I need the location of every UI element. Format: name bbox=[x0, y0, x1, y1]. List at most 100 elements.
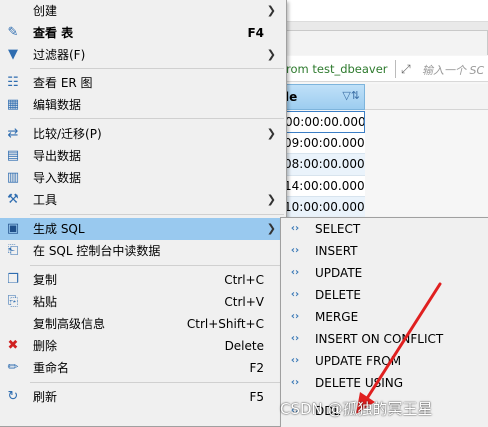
menu-divider bbox=[30, 382, 284, 383]
submenu-item-update[interactable]: ‹› UPDATE bbox=[281, 262, 488, 284]
query-text: rom test_dbeaver bbox=[286, 62, 388, 76]
grid-cell[interactable]: 14:00:00.000 bbox=[280, 175, 365, 197]
submenu-item-delete[interactable]: ‹› DELETE bbox=[281, 284, 488, 306]
submenu-arrow-icon: ❯ bbox=[266, 4, 276, 17]
menu-item-rename[interactable]: ✏ 重命名 F2 bbox=[0, 357, 286, 379]
menu-item-delete[interactable]: ✖ 删除 Delete bbox=[0, 335, 286, 357]
menu-item-label: 重命名 bbox=[33, 361, 70, 375]
filter-input-placeholder[interactable]: 输入一个 SC bbox=[422, 62, 484, 78]
refresh-icon: ↻ bbox=[7, 389, 19, 404]
context-menu: 创建 ❯ ✎ 查看 表 F4 ▼ 过滤器(F) ❯ ☷ 查看 ER 图 ▦ 编辑… bbox=[0, 0, 287, 427]
watermark: CSDN @孤独的冥王星 bbox=[280, 400, 433, 418]
menu-divider bbox=[30, 118, 284, 119]
rename-icon: ✏ bbox=[7, 360, 19, 375]
er-diagram-icon: ☷ bbox=[7, 75, 19, 90]
menu-item-shortcut: Ctrl+V bbox=[224, 295, 264, 309]
sql-script-icon: ‹› bbox=[290, 223, 300, 234]
menu-item-label: 粘贴 bbox=[33, 295, 58, 309]
sql-script-icon: ‹› bbox=[290, 355, 300, 366]
submenu-item-label: DELETE bbox=[315, 288, 362, 302]
menu-item-edit-data[interactable]: ▦ 编辑数据 bbox=[0, 94, 286, 116]
tools-icon: ⚒ bbox=[7, 192, 19, 207]
menu-item-shortcut: F2 bbox=[249, 361, 264, 375]
compare-icon: ⇄ bbox=[7, 126, 19, 141]
sql-script-icon: ‹› bbox=[290, 333, 300, 344]
menu-item-read-in-sql-console[interactable]: ⎗ 在 SQL 控制台中读数据 bbox=[0, 240, 286, 262]
menu-item-filter[interactable]: ▼ 过滤器(F) ❯ bbox=[0, 44, 286, 66]
menu-item-label: 删除 bbox=[33, 339, 58, 353]
submenu-arrow-icon: ❯ bbox=[266, 48, 276, 61]
submenu-arrow-icon: ❯ bbox=[266, 193, 276, 206]
menu-item-shortcut: F4 bbox=[247, 26, 264, 40]
menu-item-create[interactable]: 创建 ❯ bbox=[0, 0, 286, 22]
submenu-arrow-icon: ❯ bbox=[266, 127, 276, 140]
submenu-item-insert-on-conflict[interactable]: ‹› INSERT ON CONFLICT bbox=[281, 328, 488, 350]
menu-item-label: 复制 bbox=[33, 273, 58, 287]
menu-item-label: 编辑数据 bbox=[33, 98, 82, 112]
submenu-item-label: DELETE USING bbox=[315, 376, 404, 390]
generate-sql-submenu: ‹› SELECT ‹› INSERT ‹› UPDATE ‹› DELETE … bbox=[280, 217, 488, 427]
menu-item-copy-advanced[interactable]: 复制高级信息 Ctrl+Shift+C bbox=[0, 313, 286, 335]
delete-icon: ✖ bbox=[7, 338, 19, 353]
grid-cell[interactable]: 09:00:00.000 bbox=[280, 132, 365, 154]
copy-icon: ❐ bbox=[7, 272, 19, 287]
top-bar bbox=[280, 0, 488, 22]
menu-item-label: 工具 bbox=[33, 193, 58, 207]
export-icon: ▤ bbox=[6, 148, 20, 163]
paste-icon: ⎘ bbox=[7, 294, 19, 309]
pencil-icon: ✎ bbox=[7, 25, 19, 40]
editor-tab[interactable] bbox=[286, 30, 488, 55]
submenu-item-delete-using[interactable]: ‹› DELETE USING bbox=[281, 372, 488, 394]
menu-item-shortcut: F5 bbox=[249, 390, 264, 404]
menu-item-label: 导出数据 bbox=[33, 149, 82, 163]
menu-item-tools[interactable]: ⚒ 工具 ❯ bbox=[0, 189, 286, 211]
column-header-empty bbox=[365, 84, 488, 110]
menu-item-label: 查看 表 bbox=[33, 26, 74, 40]
submenu-item-label: UPDATE FROM bbox=[315, 354, 402, 368]
menu-item-er-diagram[interactable]: ☷ 查看 ER 图 bbox=[0, 72, 286, 94]
menu-item-label: 复制高级信息 bbox=[33, 317, 106, 331]
edit-data-icon: ▦ bbox=[6, 97, 20, 112]
grid-cell[interactable]: 10:00:00.000 bbox=[280, 197, 365, 219]
submenu-item-label: UPDATE bbox=[315, 266, 363, 280]
menu-item-refresh[interactable]: ↻ 刷新 F5 bbox=[0, 386, 286, 408]
result-grid: 00:00:00.000 09:00:00.000 08:00:00.000 1… bbox=[280, 111, 365, 219]
sql-script-icon: ‹› bbox=[290, 311, 300, 322]
menu-item-shortcut: Ctrl+C bbox=[224, 273, 264, 287]
menu-item-label: 生成 SQL bbox=[33, 222, 85, 236]
submenu-item-label: INSERT bbox=[315, 244, 358, 258]
submenu-item-label: MERGE bbox=[315, 310, 359, 324]
menu-item-shortcut: Ctrl+Shift+C bbox=[186, 317, 264, 331]
sort-filter-icon[interactable]: ▽⇅ bbox=[342, 89, 360, 102]
sql-script-icon: ‹› bbox=[290, 377, 300, 388]
menu-item-paste[interactable]: ⎘ 粘贴 Ctrl+V bbox=[0, 291, 286, 313]
expand-filter-icon[interactable]: ⤢ bbox=[401, 61, 417, 77]
submenu-item-update-from[interactable]: ‹› UPDATE FROM bbox=[281, 350, 488, 372]
submenu-arrow-icon: ❯ bbox=[266, 222, 276, 235]
toolbar-divider bbox=[395, 60, 396, 78]
menu-item-label: 比较/迁移(P) bbox=[33, 127, 102, 141]
menu-item-shortcut: Delete bbox=[224, 339, 264, 353]
column-header[interactable]: le ▽⇅ bbox=[280, 84, 365, 110]
menu-item-import-data[interactable]: ▥ 导入数据 bbox=[0, 167, 286, 189]
menu-item-generate-sql[interactable]: ▣ 生成 SQL ❯ bbox=[0, 218, 286, 240]
menu-item-view-table[interactable]: ✎ 查看 表 F4 bbox=[0, 22, 286, 44]
submenu-item-select[interactable]: ‹› SELECT bbox=[281, 218, 488, 240]
menu-item-copy[interactable]: ❐ 复制 Ctrl+C bbox=[0, 269, 286, 291]
menu-item-label: 查看 ER 图 bbox=[33, 76, 93, 90]
submenu-item-merge[interactable]: ‹› MERGE bbox=[281, 306, 488, 328]
menu-item-compare-migrate[interactable]: ⇄ 比较/迁移(P) ❯ bbox=[0, 123, 286, 145]
grid-cell[interactable]: 00:00:00.000 bbox=[280, 111, 365, 133]
menu-item-label: 创建 bbox=[33, 4, 58, 18]
submenu-item-label: INSERT ON CONFLICT bbox=[315, 332, 444, 346]
submenu-item-insert[interactable]: ‹› INSERT bbox=[281, 240, 488, 262]
import-icon: ▥ bbox=[6, 170, 20, 185]
menu-item-export-data[interactable]: ▤ 导出数据 bbox=[0, 145, 286, 167]
grid-cell[interactable]: 08:00:00.000 bbox=[280, 154, 365, 176]
filter-icon: ▼ bbox=[8, 47, 18, 62]
menu-divider bbox=[30, 214, 284, 215]
sql-script-icon: ‹› bbox=[290, 267, 300, 278]
menu-divider bbox=[30, 68, 284, 69]
menu-item-label: 在 SQL 控制台中读数据 bbox=[33, 244, 161, 258]
menu-item-label: 过滤器(F) bbox=[33, 48, 86, 62]
